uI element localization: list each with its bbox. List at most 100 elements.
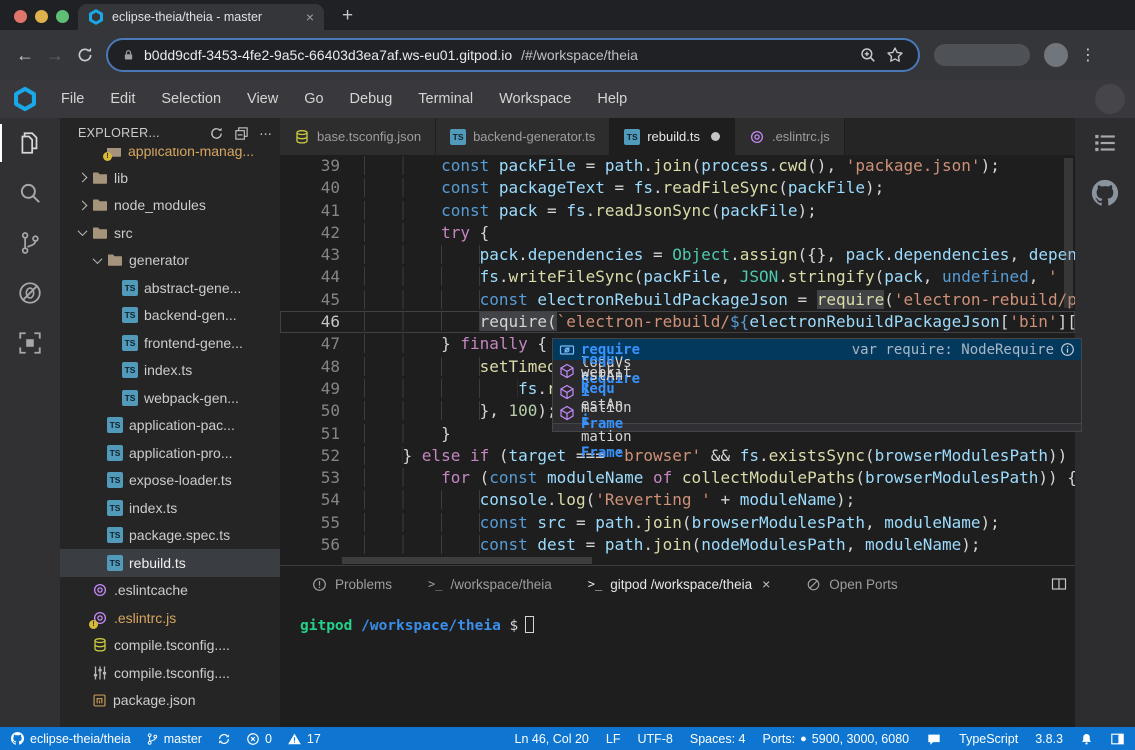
chevron-down-icon[interactable]	[89, 257, 105, 264]
window-controls[interactable]	[14, 10, 69, 23]
close-window-button[interactable]	[14, 10, 27, 23]
code-line-55[interactable]: 55 const src = path.join(browserModulesP…	[280, 512, 1075, 534]
tree-item-abstract-gene...[interactable]: TSabstract-gene...	[60, 274, 280, 302]
collapse-all-icon[interactable]	[234, 126, 249, 141]
code-line-39[interactable]: 39 const packFile = path.join(process.cw…	[280, 155, 1075, 177]
activity-plugins[interactable]	[0, 318, 60, 368]
close-tab-icon[interactable]: ×	[306, 9, 314, 25]
status-spaces-4[interactable]: Spaces: 4	[690, 732, 746, 746]
status-eclipse-theia-theia[interactable]: eclipse-theia/theia	[10, 731, 131, 746]
tree-item-package.spec.ts[interactable]: TSpackage.spec.ts	[60, 522, 280, 550]
menu-edit[interactable]: Edit	[97, 91, 148, 107]
tree-item-package.json[interactable]: package.json	[60, 687, 280, 715]
tree-item-webpack-gen...[interactable]: TSwebpack-gen...	[60, 384, 280, 412]
code-line-42[interactable]: 42 try {	[280, 222, 1075, 244]
refresh-explorer-icon[interactable]	[209, 126, 224, 141]
vertical-scrollbar[interactable]	[1064, 158, 1073, 308]
panel-tab-gitpod-workspace-theia[interactable]: >_gitpod /workspace/theia×	[574, 566, 784, 602]
browser-avatar[interactable]	[1044, 43, 1068, 67]
address-bar[interactable]: b0dd9cdf-3453-4fe2-9a5c-66403d3ea7af.ws-…	[106, 38, 920, 72]
zoom-window-button[interactable]	[56, 10, 69, 23]
split-panel-icon[interactable]	[1051, 576, 1067, 592]
code-line-41[interactable]: 41 const pack = fs.readJsonSync(packFile…	[280, 200, 1075, 222]
editor-tab-backend-generator.ts[interactable]: TSbackend-generator.ts	[436, 118, 610, 155]
code-line-46[interactable]: 46 require(`electron-rebuild/${electronR…	[280, 311, 1075, 333]
status-lf[interactable]: LF	[606, 732, 621, 746]
tree-item-expose-loader.ts[interactable]: TSexpose-loader.ts	[60, 467, 280, 495]
code-line-45[interactable]: 45 const electronRebuildPackageJson = re…	[280, 289, 1075, 311]
tree-item-index.ts[interactable]: TSindex.ts	[60, 357, 280, 385]
tree-item-rebuild.ts[interactable]: TSrebuild.ts	[60, 549, 280, 577]
tree-item-frontend-gene...[interactable]: TSfrontend-gene...	[60, 329, 280, 357]
status-ports-[interactable]: Ports:●5900, 3000, 6080	[762, 732, 909, 746]
right-activity-outline[interactable]	[1075, 118, 1135, 168]
menu-file[interactable]: File	[48, 91, 97, 107]
menu-help[interactable]: Help	[584, 91, 640, 107]
tree-item-src[interactable]: src	[60, 219, 280, 247]
horizontal-scrollbar[interactable]	[342, 557, 592, 564]
tree-item-.eslintrc.js[interactable]: !.eslintrc.js	[60, 604, 280, 632]
terminal[interactable]: gitpod /workspace/theia $	[280, 602, 1075, 634]
tree-item-node-modules[interactable]: node_modules	[60, 192, 280, 220]
chevron-right-icon[interactable]	[74, 174, 90, 181]
tree-item-compile.tsconfig....[interactable]: compile.tsconfig....	[60, 659, 280, 687]
code-line-44[interactable]: 44 fs.writeFileSync(packFile, JSON.strin…	[280, 266, 1075, 288]
status-bell[interactable]	[1080, 732, 1093, 746]
bookmark-star-icon[interactable]	[886, 46, 904, 64]
explorer-more-icon[interactable]: ⋯	[259, 126, 272, 141]
close-icon[interactable]: ×	[762, 576, 770, 592]
code-line-56[interactable]: 56 const dest = path.join(nodeModulesPat…	[280, 534, 1075, 556]
browser-menu-icon[interactable]: ⋮	[1080, 45, 1096, 65]
status-master[interactable]: master	[146, 732, 202, 746]
tree-item-lib[interactable]: lib	[60, 164, 280, 192]
chevron-down-icon[interactable]	[74, 229, 90, 236]
activity-debug[interactable]	[0, 268, 60, 318]
code-line-54[interactable]: 54 console.log('Reverting ' + moduleName…	[280, 489, 1075, 511]
editor-tab-base.tsconfig.json[interactable]: base.tsconfig.json	[280, 118, 436, 155]
tree-item-partial[interactable]: !application-manag...	[60, 148, 280, 164]
code-line-40[interactable]: 40 const packageText = fs.readFileSync(p…	[280, 177, 1075, 199]
code-line-53[interactable]: 53 for (const moduleName of collectModul…	[280, 467, 1075, 489]
minimize-window-button[interactable]	[35, 10, 48, 23]
status-panel[interactable]	[1110, 732, 1125, 746]
editor-tab-.eslintrc.js[interactable]: .eslintrc.js	[735, 118, 845, 155]
tree-item-.eslintcache[interactable]: .eslintcache	[60, 577, 280, 605]
panel-tab-problems[interactable]: Problems	[298, 566, 406, 602]
panel-tab-open-ports[interactable]: Open Ports	[792, 566, 911, 602]
tree-item-application-pro...[interactable]: TSapplication-pro...	[60, 439, 280, 467]
activity-source-control[interactable]	[0, 218, 60, 268]
status-chat[interactable]	[926, 732, 942, 746]
forward-button[interactable]: →	[40, 40, 70, 70]
status-utf-8[interactable]: UTF-8	[637, 732, 672, 746]
status-3-8-3[interactable]: 3.8.3	[1035, 732, 1063, 746]
tree-item-index.ts[interactable]: TSindex.ts	[60, 494, 280, 522]
chevron-right-icon[interactable]	[74, 202, 90, 209]
status-typescript[interactable]: TypeScript	[959, 732, 1018, 746]
status-17[interactable]: 17	[287, 732, 321, 746]
suggest-item-webkitrequestanimationframe[interactable]: webkitRequestAnimationFrame	[553, 402, 1081, 423]
code-line-43[interactable]: 43 pack.dependencies = Object.assign({},…	[280, 244, 1075, 266]
menu-terminal[interactable]: Terminal	[405, 91, 486, 107]
right-activity-github[interactable]	[1075, 168, 1135, 218]
tree-item-application-pac...[interactable]: TSapplication-pac...	[60, 412, 280, 440]
dirty-indicator[interactable]	[711, 132, 720, 141]
activity-files[interactable]	[0, 118, 60, 168]
tree-item-compile.tsconfig....[interactable]: compile.tsconfig....	[60, 632, 280, 660]
menu-debug[interactable]: Debug	[337, 91, 406, 107]
activity-search[interactable]	[0, 168, 60, 218]
tree-item-backend-gen...[interactable]: TSbackend-gen...	[60, 302, 280, 330]
new-tab-button[interactable]: +	[342, 4, 353, 28]
status-ln-46-col-20[interactable]: Ln 46, Col 20	[515, 732, 589, 746]
code-line-52[interactable]: 52 } else if (target === 'browser' && fs…	[280, 445, 1075, 467]
menu-go[interactable]: Go	[291, 91, 336, 107]
status-sync[interactable]	[217, 732, 231, 746]
reload-button[interactable]	[70, 40, 100, 70]
status-0[interactable]: 0	[246, 732, 272, 746]
menu-workspace[interactable]: Workspace	[486, 91, 584, 107]
tree-item-generator[interactable]: generator	[60, 247, 280, 275]
editor-tab-rebuild.ts[interactable]: TSrebuild.ts	[610, 118, 735, 155]
browser-tab[interactable]: eclipse-theia/theia - master ×	[78, 4, 324, 30]
menu-selection[interactable]: Selection	[148, 91, 234, 107]
menu-view[interactable]: View	[234, 91, 291, 107]
panel-tab--workspace-theia[interactable]: >_/workspace/theia	[414, 566, 566, 602]
